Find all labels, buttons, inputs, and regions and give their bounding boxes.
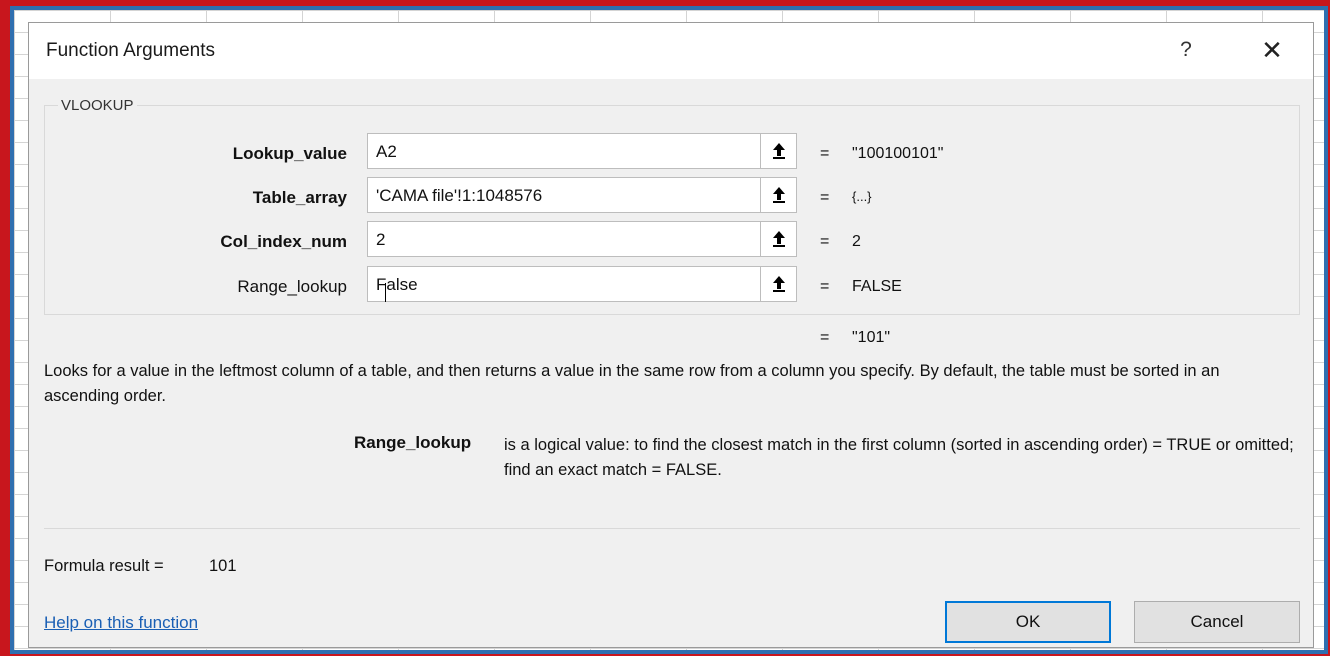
collapse-dialog-icon[interactable] bbox=[760, 134, 796, 168]
close-icon[interactable]: ✕ bbox=[1255, 35, 1289, 65]
text-cursor bbox=[385, 283, 386, 302]
cancel-button[interactable]: Cancel bbox=[1134, 601, 1300, 643]
arg-label-range-lookup: Range_lookup bbox=[237, 277, 347, 296]
col-index-num-input[interactable]: 2 bbox=[367, 221, 797, 257]
range-lookup-text: False bbox=[376, 275, 418, 294]
table-array-input[interactable]: 'CAMA file'!1:1048576 bbox=[367, 177, 797, 213]
table-array-text: 'CAMA file'!1:1048576 bbox=[376, 186, 543, 205]
collapse-dialog-icon[interactable] bbox=[760, 178, 796, 212]
dialog-titlebar: Function Arguments ? ✕ bbox=[29, 23, 1313, 79]
arg-result-col-index-num: 2 bbox=[852, 233, 861, 250]
range-lookup-field: False bbox=[376, 275, 418, 302]
equals-sign: = bbox=[820, 233, 830, 250]
equals-sign: = bbox=[820, 189, 830, 206]
arg-label-col-index-num: Col_index_num bbox=[220, 232, 347, 251]
formula-result-label: Formula result = bbox=[44, 557, 164, 575]
equals-sign: = bbox=[820, 278, 830, 295]
lookup-value-input[interactable]: A2 bbox=[367, 133, 797, 169]
ok-button[interactable]: OK bbox=[945, 601, 1111, 643]
function-name: VLOOKUP bbox=[58, 97, 137, 114]
arg-label-lookup-value: Lookup_value bbox=[232, 144, 347, 163]
col-index-num-text: 2 bbox=[376, 230, 386, 249]
equals-sign: = bbox=[820, 145, 830, 162]
help-icon[interactable]: ? bbox=[1171, 35, 1201, 65]
lookup-value-text: A2 bbox=[376, 142, 397, 161]
arg-result-lookup-value: "100100101" bbox=[852, 145, 944, 162]
arg-help-name: Range_lookup bbox=[354, 433, 472, 452]
function-result: "101" bbox=[852, 329, 891, 346]
arg-result-table-array: {...} bbox=[852, 189, 872, 204]
range-lookup-input[interactable]: False bbox=[367, 266, 797, 302]
equals-sign: = bbox=[820, 329, 830, 346]
collapse-dialog-icon[interactable] bbox=[760, 222, 796, 256]
arg-result-range-lookup: FALSE bbox=[852, 278, 902, 295]
arg-help-text: is a logical value: to find the closest … bbox=[504, 436, 1294, 479]
divider bbox=[44, 528, 1300, 529]
help-on-function-link[interactable]: Help on this function bbox=[44, 613, 198, 633]
dialog-title: Function Arguments bbox=[46, 40, 215, 61]
formula-result-value: 101 bbox=[209, 557, 237, 575]
function-arguments-dialog: Function Arguments ? ✕ VLOOKUP Lookup_va… bbox=[28, 22, 1314, 648]
collapse-dialog-icon[interactable] bbox=[760, 267, 796, 301]
arg-label-table-array: Table_array bbox=[252, 188, 347, 207]
function-description: Looks for a value in the leftmost column… bbox=[44, 362, 1220, 405]
